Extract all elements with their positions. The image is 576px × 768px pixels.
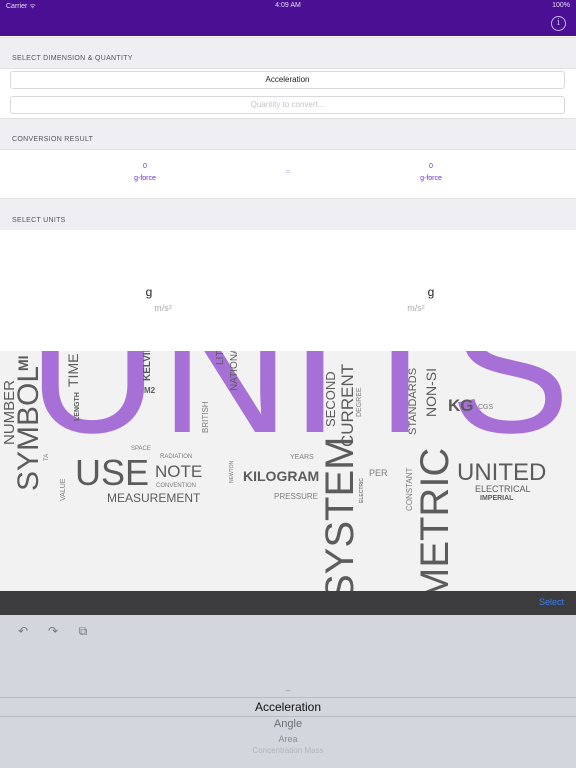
redo-icon[interactable]: ↷ [46, 625, 60, 637]
dimension-picker[interactable]: – Acceleration Angle Area Concentration … [0, 686, 576, 768]
cloud-letter-n: N [160, 351, 290, 471]
section-dimension-label: SELECT DIMENSION & QUANTITY [12, 55, 133, 62]
result-right-unit: g-force [420, 175, 442, 182]
conversion-result-panel: 0 g-force = 0 g-force [0, 150, 576, 198]
undo-icon[interactable]: ↶ [16, 625, 30, 637]
cloud-letter-u: U [28, 351, 158, 471]
section-units-label: SELECT UNITS [12, 217, 66, 224]
cloud-word: DEGREE [356, 387, 363, 417]
cloud-word: ELECTRICAL [475, 484, 531, 494]
picker-toolbar: Select [0, 591, 576, 615]
dimension-selector[interactable]: Acceleration [10, 71, 565, 89]
cloud-word: NEWTON [229, 460, 235, 483]
cloud-word: SYMBOL [12, 365, 45, 491]
picker-item[interactable]: Area [0, 734, 576, 744]
cloud-word: PRESSURE [274, 492, 319, 501]
cloud-word: SECOND [323, 371, 338, 427]
cloud-word: NATIONAL [229, 351, 240, 391]
picker-item-selected[interactable]: Acceleration [0, 700, 576, 714]
left-unit-alt[interactable]: m/s² [133, 303, 193, 313]
section-result-label: CONVERSION RESULT [12, 136, 94, 143]
word-cloud-image: U N I T S NUMBER SYMBOL MI TIME LENGTH K… [0, 351, 576, 591]
result-right-value: 0 [429, 163, 433, 170]
equals-sign: = [285, 169, 291, 176]
section-result-header: CONVERSION RESULT [0, 118, 576, 150]
cloud-word: M2 [144, 386, 156, 395]
cloud-word: USE [75, 452, 150, 493]
result-left-unit: g-force [134, 175, 156, 182]
picker-item[interactable]: – [0, 686, 576, 695]
cloud-word: TA [44, 453, 50, 461]
cloud-word: TIME [65, 353, 81, 387]
status-bar: Carrier ᯤ 4:09 AM 100% i [0, 0, 576, 36]
cloud-word: NON-SI [423, 368, 439, 417]
cloud-word: METRIC [413, 447, 457, 591]
paste-icon[interactable]: ⧉ [76, 625, 90, 637]
cloud-word: IMPERIAL [480, 495, 514, 502]
clock: 4:09 AM [275, 2, 301, 9]
cloud-word: NOTE [155, 462, 203, 481]
picker-item[interactable]: Angle [0, 718, 576, 730]
cloud-word: LENGTH [74, 392, 81, 421]
picker-selection-line [0, 716, 576, 717]
section-dimension-header: SELECT DIMENSION & QUANTITY [0, 37, 576, 69]
cloud-word: CONVENTION [156, 483, 197, 489]
left-unit-symbol[interactable]: g [129, 285, 169, 299]
right-unit-alt[interactable]: m/s² [386, 303, 446, 313]
info-icon[interactable]: i [551, 16, 566, 31]
select-button[interactable]: Select [539, 597, 564, 607]
cloud-word: KELVIN [142, 351, 153, 381]
cloud-word: MI [15, 355, 31, 371]
cloud-word: LIT [215, 351, 226, 365]
cloud-word: YEARS [290, 454, 314, 461]
cloud-word: PER [369, 468, 388, 478]
cloud-word: KG [448, 396, 474, 415]
battery-level: 100% [552, 2, 570, 9]
cloud-word: SYSTEM [318, 436, 362, 591]
cloud-word: CGS [478, 404, 494, 411]
cloud-word: KILOGRAM [243, 468, 320, 484]
cloud-word: RADIATION [160, 454, 193, 460]
picker-item[interactable]: Concentration Mass [0, 746, 576, 755]
units-selector-panel[interactable]: g m/s² g m/s² [0, 230, 576, 350]
cloud-word: VALUE [60, 478, 67, 501]
cloud-word: BRITISH [201, 401, 210, 433]
picker-selection-line [0, 697, 576, 698]
cloud-word: STANDARDS [407, 367, 419, 435]
quantity-input[interactable]: Quantity to convert... [10, 96, 565, 114]
cloud-word: UNITED [457, 459, 547, 486]
right-unit-symbol[interactable]: g [411, 285, 451, 299]
section-units-header: SELECT UNITS [0, 198, 576, 231]
result-left-value: 0 [143, 163, 147, 170]
cloud-word: CURRENT [338, 363, 357, 447]
cloud-word: MEASUREMENT [107, 491, 201, 505]
cloud-word: ELECTRIC [359, 478, 365, 503]
